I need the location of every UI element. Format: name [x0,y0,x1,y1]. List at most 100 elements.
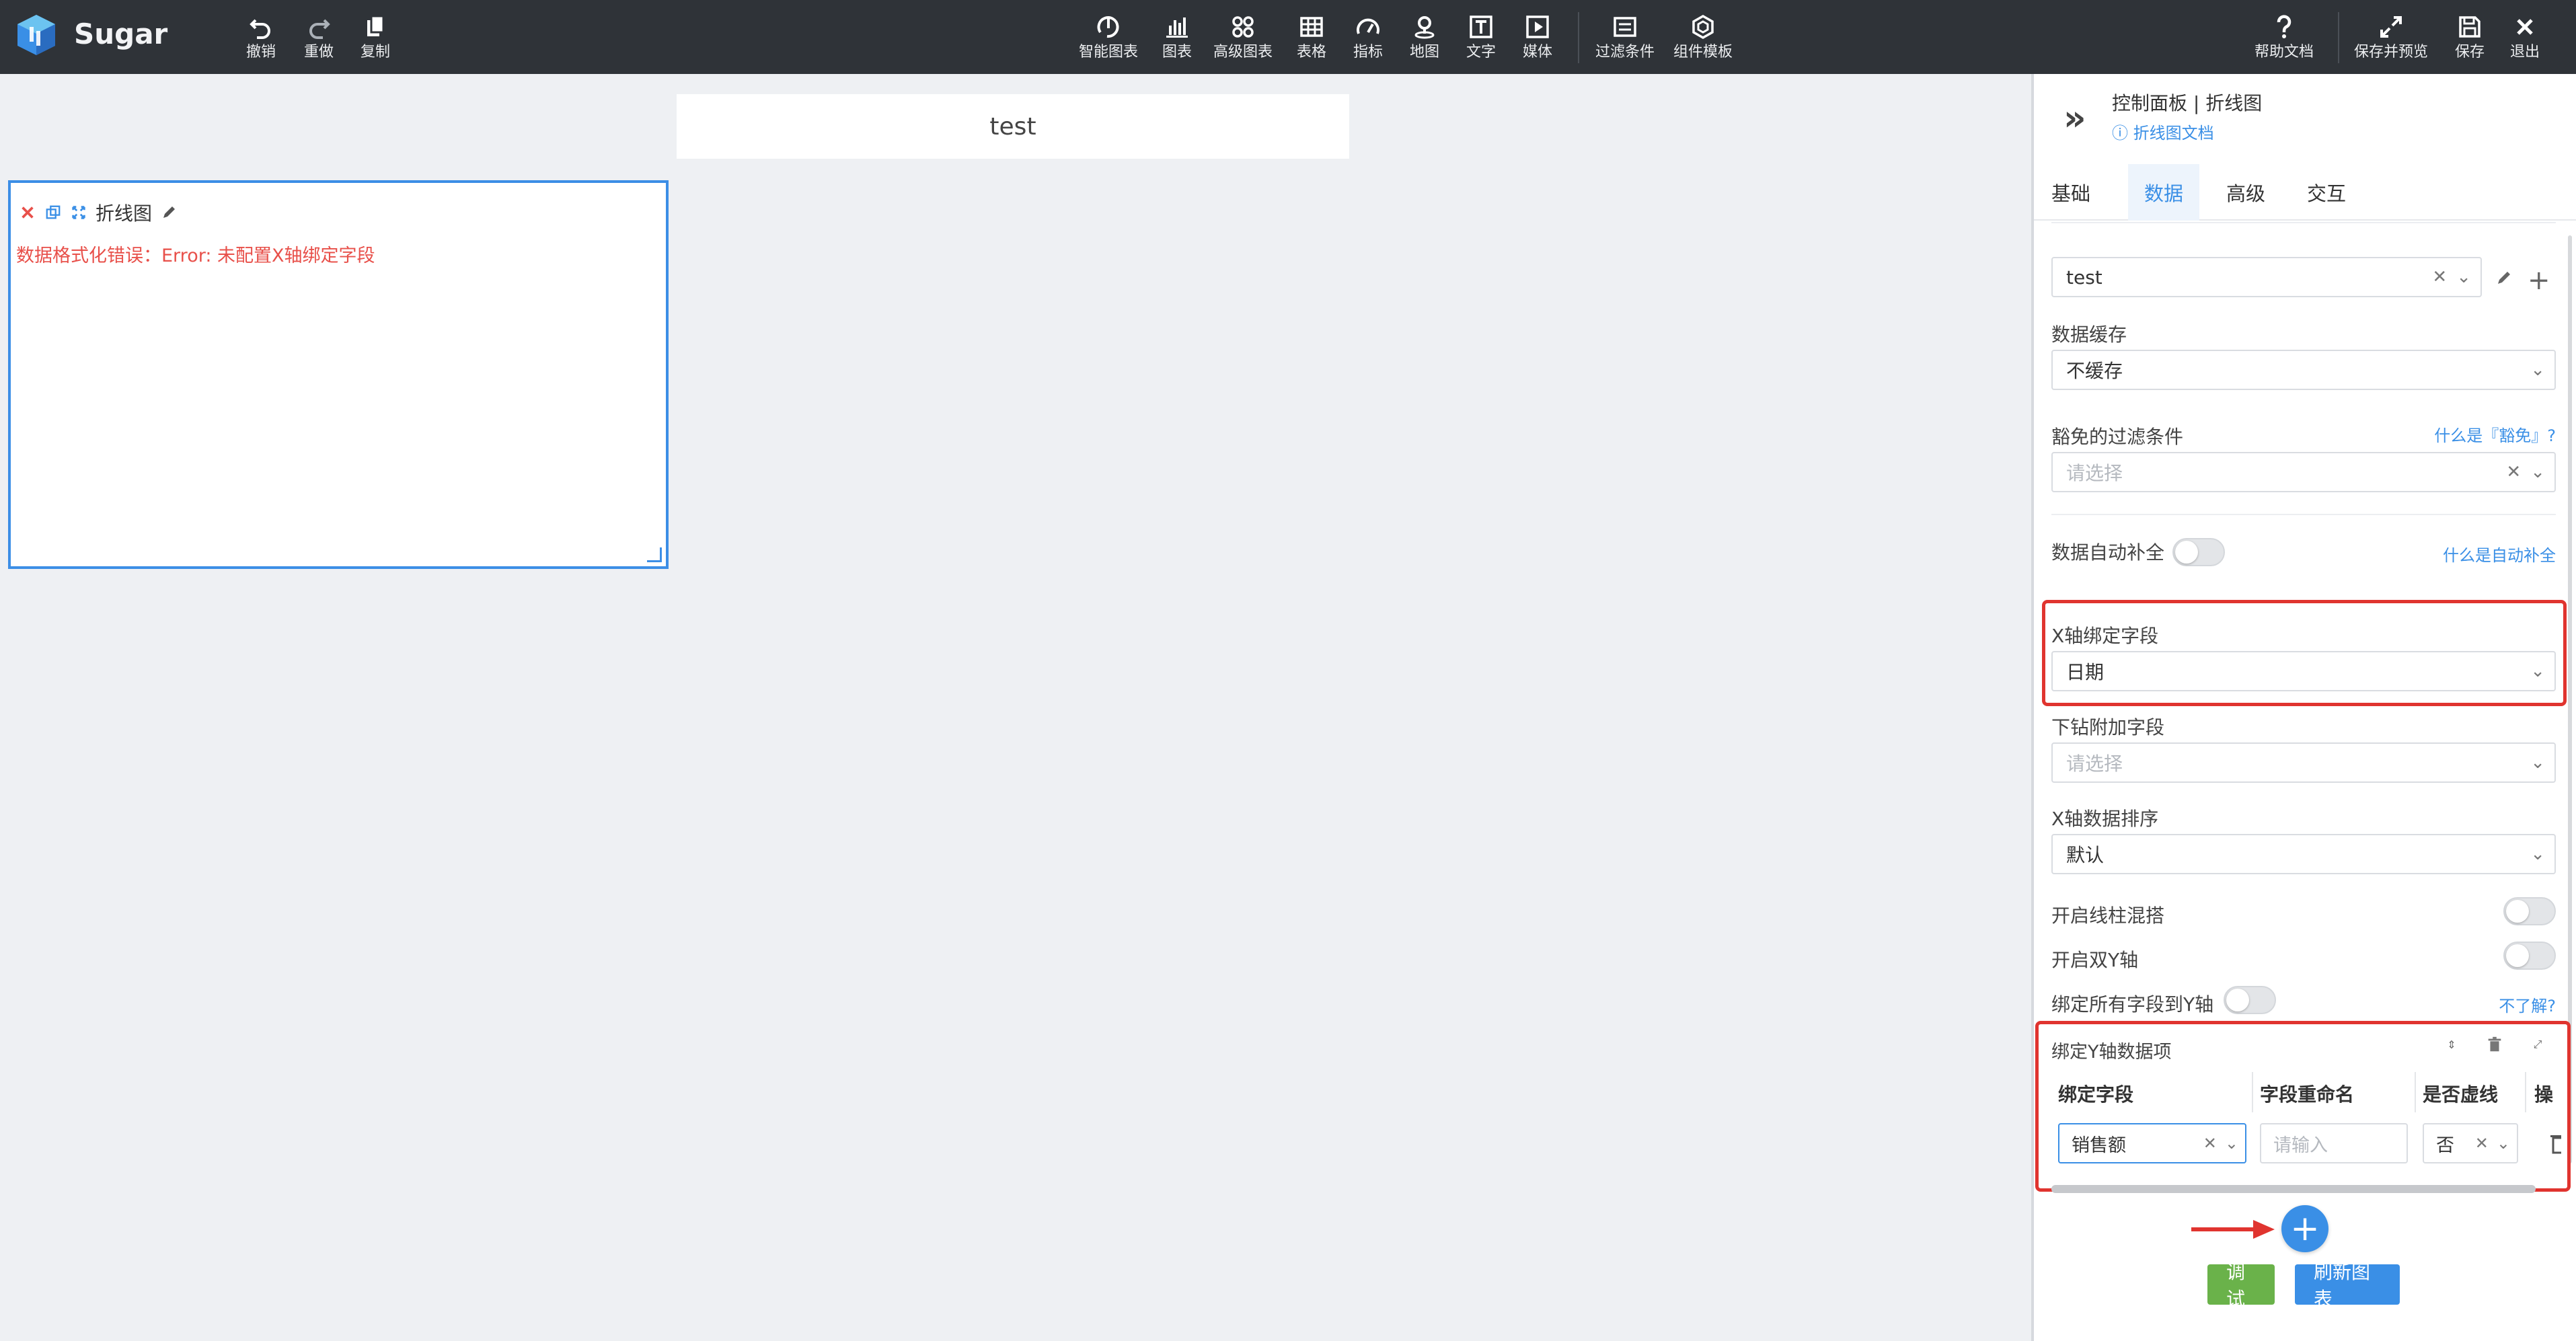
text-icon [1470,15,1492,38]
dual-y-toggle[interactable] [2503,942,2556,970]
chevron-down-icon: ⌄ [2530,360,2545,380]
table-button[interactable]: 表格 [1297,11,1326,67]
chevron-down-icon: ⌄ [2496,1134,2510,1153]
resize-handle[interactable] [647,547,662,562]
y-field-select[interactable]: 销售额 ✕ ⌄ [2058,1123,2246,1163]
chevron-down-icon: ⌄ [2530,753,2545,773]
duplicate-icon[interactable] [44,204,62,221]
cut-off-field-edge [2051,222,2556,223]
advanced-chart-button[interactable]: 高级图表 [1213,11,1273,67]
redo-button[interactable]: 重做 [304,11,334,67]
clear-icon[interactable]: ✕ [2432,267,2447,287]
y-table-title: 绑定Y轴数据项 [2051,1042,2172,1063]
exempt-filter-help-link[interactable]: 什么是『豁免』? [2434,422,2556,446]
x-sort-label: X轴数据排序 [2051,808,2159,830]
text-button[interactable]: 文字 [1466,11,1496,67]
filter-icon [1614,17,1636,37]
component-template-button[interactable]: 组件模板 [1673,11,1733,67]
redo-icon [309,19,330,39]
help-doc-label: 帮助文档 [2255,44,2314,61]
help-doc-button[interactable]: 帮助文档 [2255,11,2314,67]
pointer-arrow-icon [2191,1220,2275,1239]
cache-select[interactable]: 不缓存 ⌄ [2051,350,2556,390]
exit-button[interactable]: 退出 [2510,11,2540,67]
exempt-filter-placeholder: 请选择 [2066,462,2123,484]
auto-fill-help-link[interactable]: 什么是自动补全 [2443,542,2556,566]
dual-y-label: 开启双Y轴 [2051,949,2139,971]
undo-label: 撤销 [246,44,276,61]
x-sort-select[interactable]: 默认 ⌄ [2051,834,2556,874]
cache-value: 不缓存 [2066,360,2123,382]
drill-select[interactable]: 请选择 ⌄ [2051,742,2556,783]
drill-placeholder: 请选择 [2066,753,2123,775]
metric-label: 指标 [1353,44,1384,61]
data-source-select[interactable]: test ✕ ⌄ [2051,257,2482,297]
chart-button[interactable]: 图表 [1162,11,1192,67]
smart-chart-button[interactable]: 智能图表 [1079,11,1138,67]
tab-data[interactable]: 数据 [2128,164,2200,221]
mix-line-bar-toggle[interactable] [2503,897,2556,925]
clear-icon[interactable]: ✕ [2475,1134,2489,1153]
clear-icon[interactable]: ✕ [2203,1134,2217,1153]
edit-source-icon[interactable] [2494,268,2514,288]
expand-table-icon[interactable]: ⤢ [2528,1034,2548,1055]
column-separator [2415,1072,2416,1112]
save-button[interactable]: 保存 [2455,11,2485,67]
filter-button[interactable]: 过滤条件 [1595,11,1655,67]
bind-all-label: 绑定所有字段到Y轴 [2051,993,2214,1016]
y-field-value: 销售额 [2072,1135,2126,1156]
media-button[interactable]: 媒体 [1523,11,1552,67]
y-rename-input[interactable]: 请输入 [2260,1123,2408,1163]
map-label: 地图 [1410,44,1440,61]
plus-icon: + [2290,1209,2320,1249]
row-delete-icon[interactable] [2548,1131,2561,1155]
refresh-chart-label: 刷新图表 [2314,1261,2371,1310]
line-chart-doc-link[interactable]: ⓘ 折线图文档 [2112,120,2214,143]
line-chart-card[interactable]: 折线图 数据格式化错误：Error: 未配置X轴绑定字段 [8,180,669,569]
collapse-panel-icon[interactable]: » [2063,98,2086,139]
map-button[interactable]: 地图 [1410,11,1439,67]
save-label: 保存 [2455,44,2485,61]
undo-icon [250,19,270,39]
copy-button[interactable]: 复制 [361,11,390,67]
canvas-title-component[interactable]: test [677,94,1349,159]
y-table-actions: ⇕ ⤢ [2441,1034,2548,1055]
bind-all-help-link[interactable]: 不了解? [2499,993,2556,1016]
map-pin-icon [1414,16,1435,39]
play-icon [1526,15,1549,38]
exempt-filter-select[interactable]: 请选择 ✕ ⌄ [2051,452,2556,492]
refresh-chart-button[interactable]: 刷新图表 [2295,1261,2400,1310]
copy-icon [367,15,385,36]
canvas-title-text: test [989,112,1036,141]
delete-icon[interactable] [19,204,36,221]
debug-button[interactable]: 调试 [2207,1261,2275,1310]
bar-chart-icon [1166,17,1188,38]
save-preview-button[interactable]: 保存并预览 [2354,11,2428,67]
debug-button-label: 调试 [2226,1261,2246,1310]
component-template-label: 组件模板 [1673,44,1733,61]
clear-icon[interactable]: ✕ [2506,462,2521,482]
add-y-field-button[interactable]: + [2281,1205,2328,1252]
y-dashed-select[interactable]: 否 ✕ ⌄ [2423,1123,2518,1163]
tab-basic[interactable]: 基础 [2035,164,2107,221]
x-axis-select[interactable]: 日期 ⌄ [2051,651,2556,691]
floppy-disk-icon [2459,16,2480,38]
fullscreen-icon[interactable] [70,204,87,221]
auto-fill-toggle[interactable] [2172,538,2225,566]
metric-button[interactable]: 指标 [1353,11,1383,67]
tab-basic-label: 基础 [2051,182,2091,205]
tab-advanced[interactable]: 高级 [2210,164,2281,221]
undo-button[interactable]: 撤销 [246,11,276,67]
sort-icon[interactable]: ⇕ [2441,1034,2462,1055]
exit-label: 退出 [2510,44,2540,61]
edit-pencil-icon[interactable] [160,204,178,221]
bind-all-toggle[interactable] [2224,986,2276,1014]
app-name: Sugar [74,17,168,50]
add-source-icon[interactable]: + [2528,265,2550,296]
tab-interaction[interactable]: 交互 [2291,164,2362,221]
chevron-down-icon: ⌄ [2530,462,2545,482]
trash-icon[interactable] [2485,1034,2505,1055]
table-horizontal-scrollbar[interactable] [2051,1185,2536,1193]
chart-label: 图表 [1162,44,1192,61]
text-label: 文字 [1466,44,1497,61]
